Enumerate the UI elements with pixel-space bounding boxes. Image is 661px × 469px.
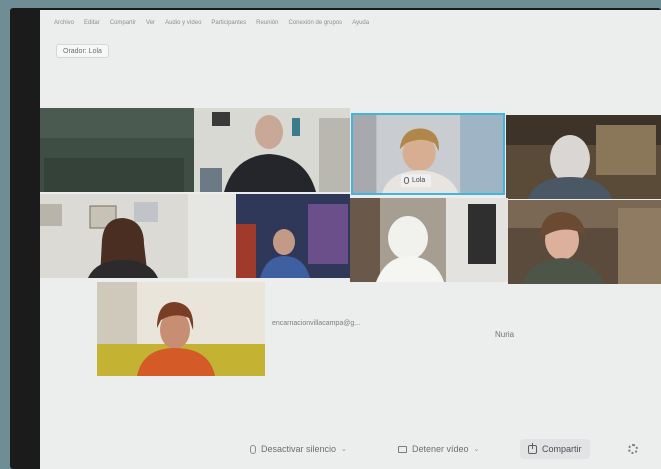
video-feed-4 bbox=[506, 115, 661, 199]
video-tile-6[interactable] bbox=[188, 194, 350, 278]
stop-video-label: Detener vídeo bbox=[412, 444, 469, 454]
camera-icon bbox=[398, 445, 407, 453]
menu-item-editar[interactable]: Editar bbox=[84, 20, 100, 26]
speaker-name-badge: Lola bbox=[401, 174, 432, 187]
menu-item-reunion[interactable]: Reunión bbox=[256, 20, 278, 26]
chevron-down-icon[interactable]: ⌄ bbox=[474, 445, 480, 453]
microphone-icon bbox=[404, 177, 409, 184]
participant-name-label: Nuria bbox=[495, 330, 515, 339]
video-tile-1[interactable] bbox=[40, 108, 194, 192]
video-tile-9[interactable] bbox=[97, 282, 265, 376]
participant-email-label: encarnacionvillacampa@g... bbox=[272, 320, 361, 327]
menu-item-compartir[interactable]: Compartir bbox=[110, 20, 136, 26]
menu-bar: Archivo Editar Compartir Ver Audio y víd… bbox=[40, 10, 661, 36]
video-feed-2 bbox=[194, 108, 350, 192]
unmute-button[interactable]: Desactivar silencio ⌄ bbox=[250, 439, 347, 459]
video-feed-6 bbox=[188, 194, 350, 278]
video-feed-5 bbox=[40, 194, 188, 278]
menu-item-ver[interactable]: Ver bbox=[146, 20, 155, 26]
stop-video-button[interactable]: Detener vídeo ⌄ bbox=[398, 439, 479, 459]
video-feed-1 bbox=[40, 108, 194, 192]
gear-icon bbox=[628, 444, 638, 454]
settings-button[interactable] bbox=[628, 439, 638, 459]
video-tile-8[interactable] bbox=[508, 200, 661, 284]
controls-bar: Desactivar silencio ⌄ Detener vídeo ⌄ Co… bbox=[40, 429, 661, 469]
presenter-chip[interactable]: Orador: Lola bbox=[56, 44, 109, 58]
video-feed-9 bbox=[97, 282, 265, 376]
menu-item-ayuda[interactable]: Ayuda bbox=[352, 20, 369, 26]
video-tile-3-active[interactable]: Lola bbox=[351, 113, 505, 195]
menu-item-conexion-grupos[interactable]: Conexión de grupos bbox=[288, 20, 342, 26]
menu-item-participantes[interactable]: Participantes bbox=[211, 20, 246, 26]
menu-item-archivo[interactable]: Archivo bbox=[54, 20, 74, 26]
video-tile-2[interactable] bbox=[194, 108, 350, 192]
microphone-icon bbox=[250, 444, 256, 454]
share-button[interactable]: Compartir bbox=[520, 439, 590, 459]
speaker-name: Lola bbox=[412, 177, 426, 184]
meeting-window: Archivo Editar Compartir Ver Audio y víd… bbox=[40, 10, 661, 469]
video-tile-7[interactable] bbox=[350, 198, 508, 282]
share-label: Compartir bbox=[542, 444, 582, 454]
share-icon bbox=[528, 442, 537, 454]
video-tile-5[interactable] bbox=[40, 194, 188, 278]
video-feed-7 bbox=[350, 198, 508, 282]
menu-item-audio-video[interactable]: Audio y vídeo bbox=[165, 20, 201, 26]
unmute-label: Desactivar silencio bbox=[261, 444, 337, 454]
chevron-down-icon[interactable]: ⌄ bbox=[341, 445, 347, 453]
video-tile-4[interactable] bbox=[506, 115, 661, 199]
video-feed-8 bbox=[508, 200, 661, 284]
